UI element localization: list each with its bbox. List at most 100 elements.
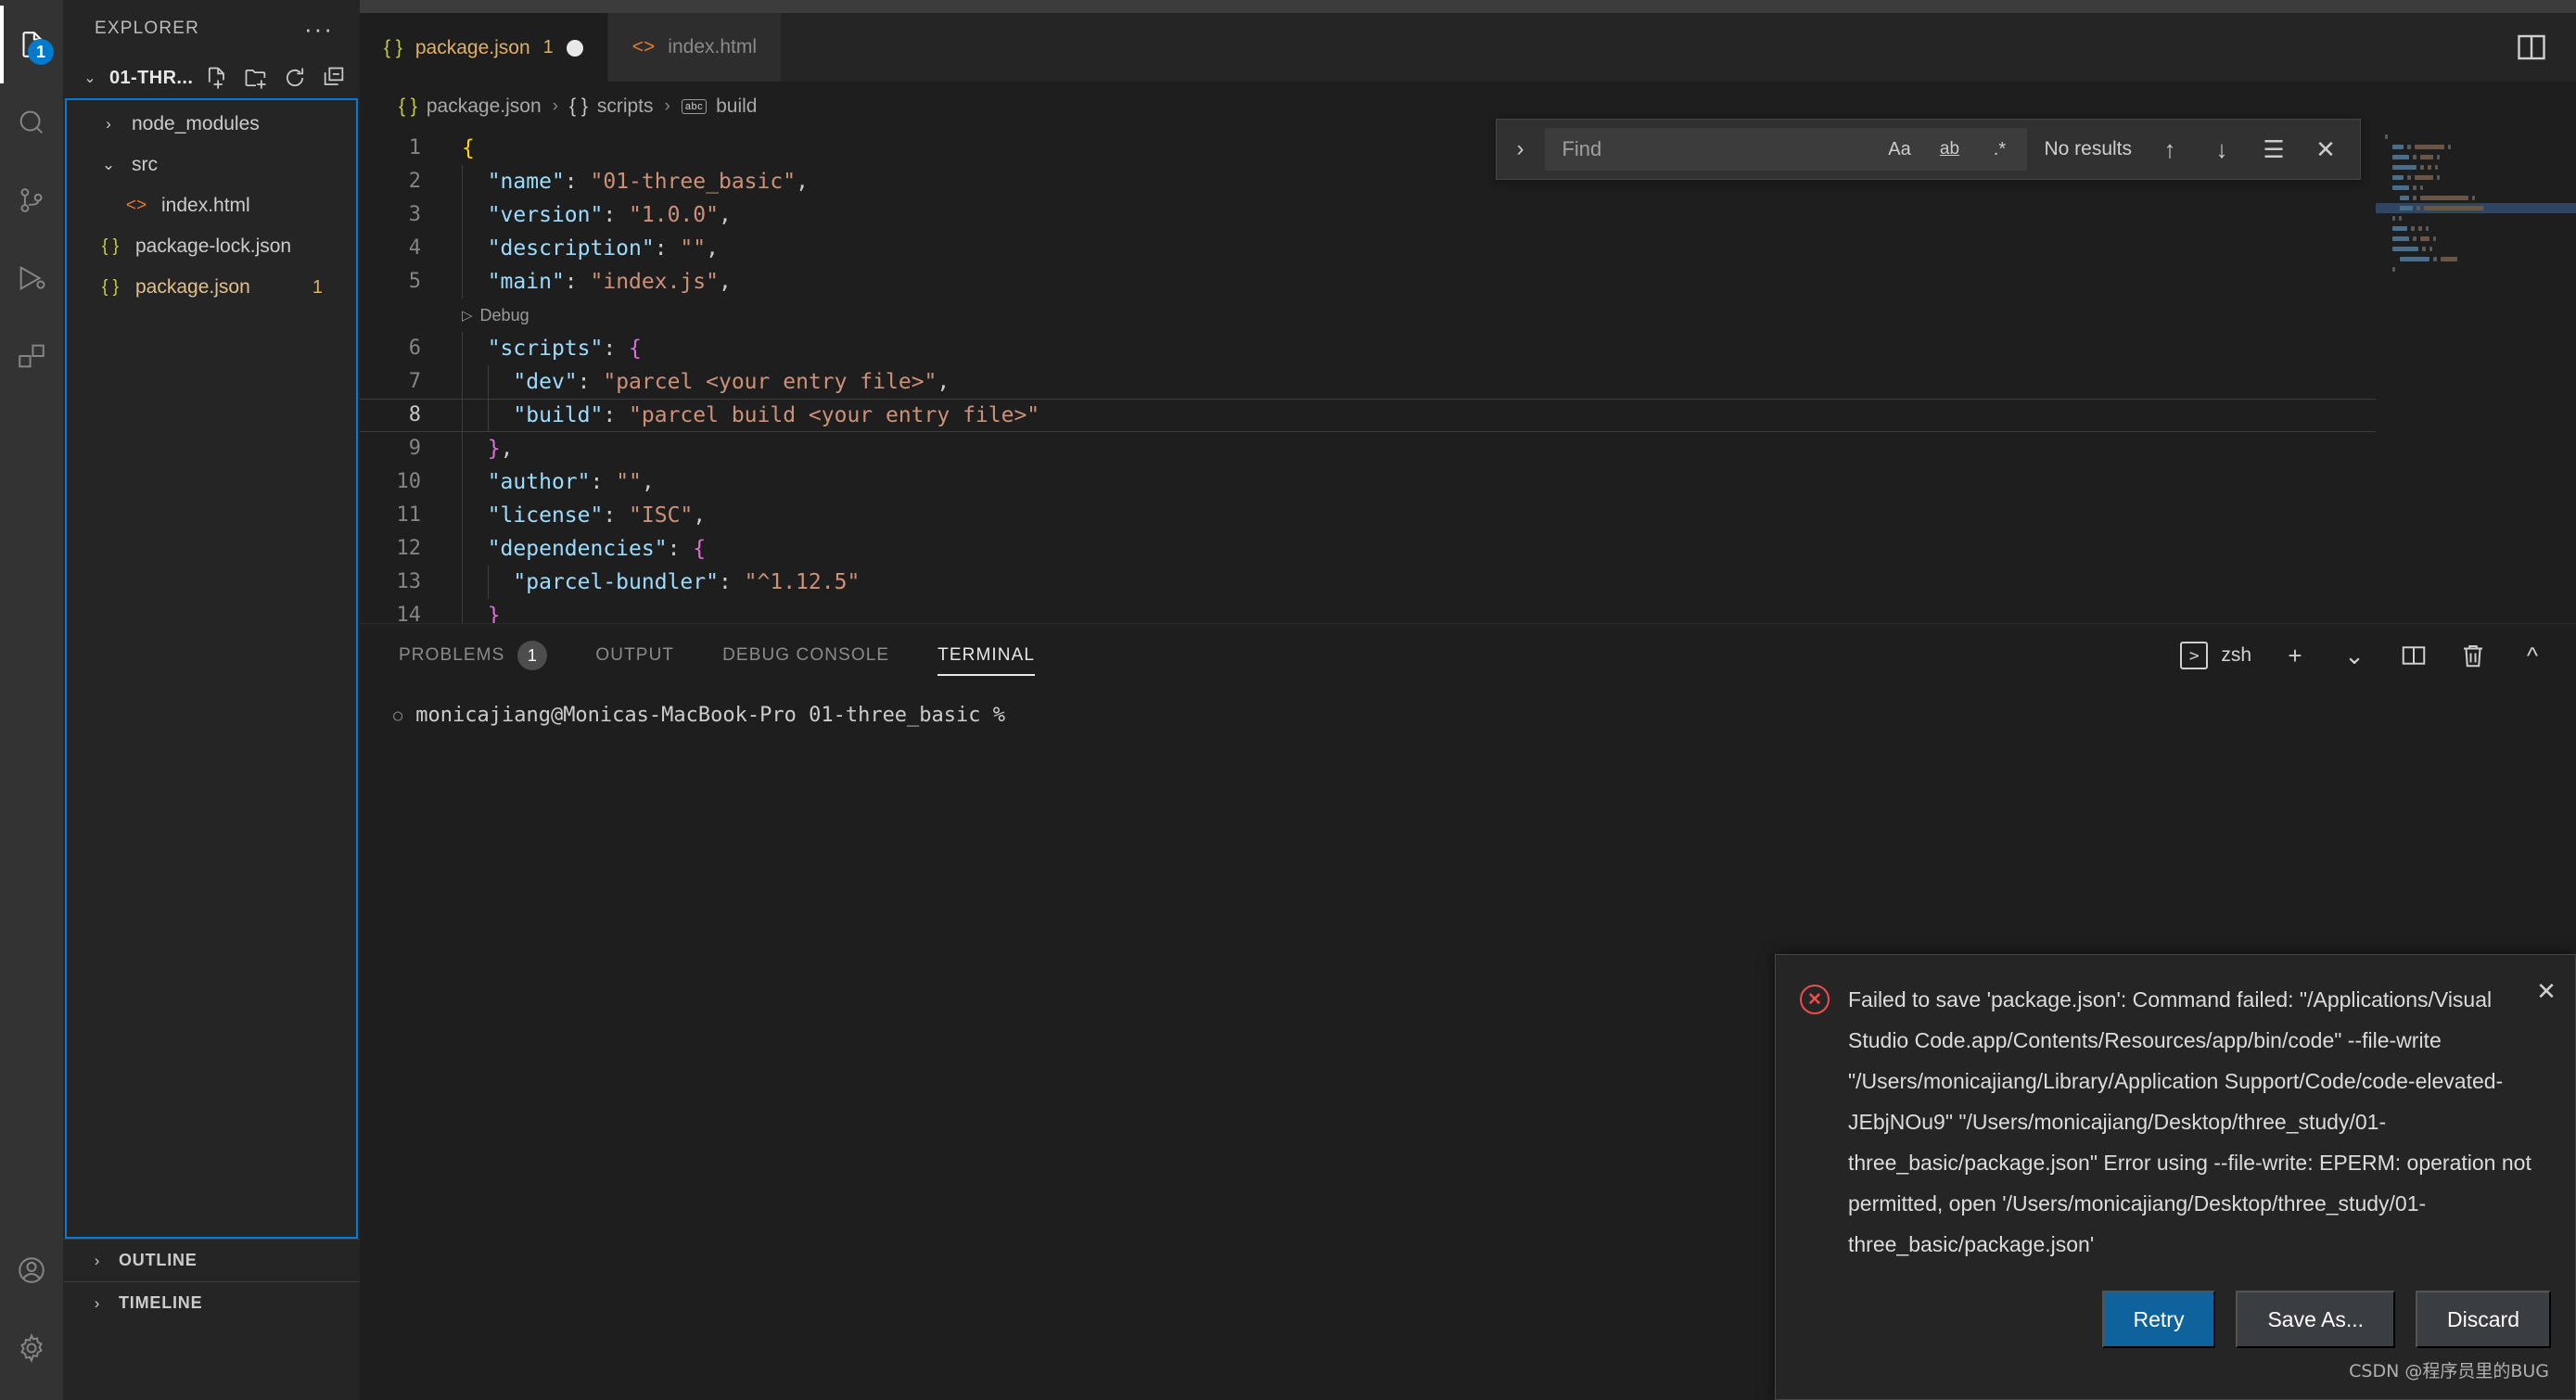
chevron-down-icon[interactable]: ⌄ (2339, 640, 2370, 671)
explorer-folder-row[interactable]: ⌄ 01-THR... (63, 57, 360, 98)
collapse-all-icon[interactable] (321, 65, 347, 91)
minimap-token (2413, 155, 2417, 159)
find-in-selection-icon[interactable]: ☰ (2252, 129, 2295, 170)
code-line[interactable]: 5 "main": "index.js", (360, 265, 2376, 299)
file-tree-item-package-lock-json[interactable]: { } package-lock.json (67, 226, 356, 267)
sidebar-section-outline[interactable]: › OUTLINE (63, 1239, 360, 1281)
breadcrumb-item-scripts[interactable]: { } scripts (569, 95, 654, 118)
minimap-line (2376, 152, 2576, 162)
new-file-icon[interactable] (204, 65, 230, 91)
minimap-line (2376, 162, 2576, 172)
tab-dirty-indicator[interactable] (566, 39, 583, 57)
activity-bar-item-search[interactable] (0, 83, 63, 161)
minimap-line (2376, 213, 2576, 223)
notification-buttons: Retry Save As... Discard (1800, 1291, 2555, 1348)
code-line[interactable]: 11 "license": "ISC", (360, 499, 2376, 532)
refresh-icon[interactable] (282, 65, 308, 91)
code-lines[interactable]: 1{2 "name": "01-three_basic", 3 "version"… (360, 132, 2376, 623)
code-text: "build": "parcel build <your entry file>… (513, 399, 1039, 432)
chevron-down-icon[interactable]: ⌄ (76, 69, 104, 87)
code-line[interactable]: 8 "build": "parcel build <your entry fil… (360, 399, 2376, 432)
explorer-more-actions-icon[interactable]: ··· (304, 17, 334, 41)
line-number: 12 (396, 537, 422, 560)
split-terminal-icon[interactable] (2398, 640, 2429, 671)
file-tree-item-src[interactable]: ⌄ src (67, 145, 356, 185)
breadcrumb-item-build[interactable]: abc build (681, 95, 757, 118)
tab-index-html[interactable]: <> index.html (607, 13, 783, 82)
terminal-shell-indicator[interactable]: > zsh (2180, 642, 2251, 669)
tab-package-json[interactable]: { } package.json 1 (360, 13, 608, 82)
find-input-placeholder[interactable]: Find (1562, 137, 1868, 161)
sidebar-section-timeline[interactable]: › TIMELINE (63, 1281, 360, 1324)
minimap-token (2392, 247, 2418, 251)
close-find-icon[interactable]: ✕ (2304, 129, 2347, 170)
line-number: 2 (408, 170, 421, 193)
code-text: "license": "ISC", (488, 499, 706, 532)
minimap-token (2433, 236, 2436, 241)
panel-tab-terminal[interactable]: TERMINAL (937, 624, 1035, 687)
minimap-line (2376, 244, 2576, 254)
breadcrumb-item-file[interactable]: { } package.json (399, 95, 542, 118)
code-text: }, (488, 432, 514, 465)
activity-bar-item-explorer[interactable]: 1 (0, 6, 63, 83)
next-match-icon[interactable]: ↓ (2200, 129, 2243, 170)
code-line[interactable]: 6 "scripts": { (360, 332, 2376, 365)
retry-button[interactable]: Retry (2101, 1291, 2216, 1348)
panel-tab-output[interactable]: OUTPUT (595, 624, 674, 687)
chevron-right-icon[interactable]: › (95, 115, 122, 134)
code-line[interactable]: 3 "version": "1.0.0", (360, 198, 2376, 232)
activity-bar-item-run-and-debug[interactable] (0, 239, 63, 317)
code-line[interactable]: 13 "parcel-bundler": "^1.12.5" (360, 566, 2376, 599)
match-case-icon[interactable]: Aa (1881, 132, 1918, 167)
panel-tab-debug-console[interactable]: DEBUG CONSOLE (722, 624, 889, 687)
minimap-token (2392, 226, 2407, 231)
collapse-panel-icon[interactable]: ^ (2517, 640, 2548, 671)
minimap-line (2376, 193, 2576, 203)
kill-terminal-icon[interactable] (2457, 640, 2489, 671)
editor-tab-bar: { } package.json 1 <> index.html (360, 13, 2576, 82)
file-problem-count: 1 (312, 276, 323, 298)
code-line[interactable]: 12 "dependencies": { (360, 532, 2376, 566)
code-token: "" (616, 470, 642, 494)
minimap[interactable] (2376, 132, 2576, 623)
minimap-token (2441, 257, 2457, 261)
match-whole-word-icon[interactable]: ab (1931, 132, 1968, 167)
minimap-token (2418, 226, 2422, 231)
code-line[interactable]: 9 }, (360, 432, 2376, 465)
chevron-right-icon: › (94, 1293, 101, 1312)
file-tree-item-package-json[interactable]: { } package.json 1 (67, 267, 356, 308)
code-line[interactable]: 7 "dev": "parcel <your entry file>", (360, 365, 2376, 399)
line-number: 7 (408, 370, 421, 393)
line-number: 5 (408, 270, 421, 293)
activity-bar-item-extensions[interactable] (0, 317, 63, 395)
code-token: , (693, 503, 707, 528)
discard-button[interactable]: Discard (2416, 1291, 2551, 1348)
code-token: , (500, 437, 514, 461)
code-lens-label[interactable]: Debug (480, 306, 529, 325)
split-editor-icon[interactable] (2515, 31, 2548, 64)
run-debug-icon (19, 265, 45, 291)
use-regex-icon[interactable]: .* (1981, 132, 2018, 167)
panel-tab-problems[interactable]: PROBLEMS 1 (399, 624, 548, 687)
line-number: 6 (408, 337, 421, 360)
close-icon[interactable]: ✕ (2531, 975, 2562, 1007)
minimap-token (2400, 196, 2409, 200)
toggle-replace-icon[interactable]: › (1504, 131, 1536, 168)
file-tree-item-node_modules[interactable]: › node_modules (67, 104, 356, 145)
activity-bar-item-source-control[interactable] (0, 161, 63, 239)
file-tree-item-index-html[interactable]: <> index.html (67, 185, 356, 226)
activity-bar-item-manage[interactable] (0, 1309, 63, 1387)
code-editor[interactable]: 1{2 "name": "01-three_basic", 3 "version"… (360, 132, 2576, 623)
save-as-button[interactable]: Save As... (2236, 1291, 2396, 1348)
code-line[interactable]: 10 "author": "", (360, 465, 2376, 499)
new-terminal-icon[interactable]: + (2279, 640, 2311, 671)
activity-bar-item-accounts[interactable] (0, 1231, 63, 1309)
code-lens-debug[interactable]: ▷ Debug (360, 299, 2376, 332)
find-input-wrapper[interactable]: Find Aa ab .* (1545, 128, 2028, 171)
code-line[interactable]: 14 } (360, 599, 2376, 623)
new-folder-icon[interactable] (243, 65, 269, 91)
minimap-line (2376, 223, 2576, 234)
code-line[interactable]: 4 "description": "", (360, 232, 2376, 265)
chevron-down-icon[interactable]: ⌄ (95, 156, 122, 174)
previous-match-icon[interactable]: ↑ (2149, 129, 2191, 170)
